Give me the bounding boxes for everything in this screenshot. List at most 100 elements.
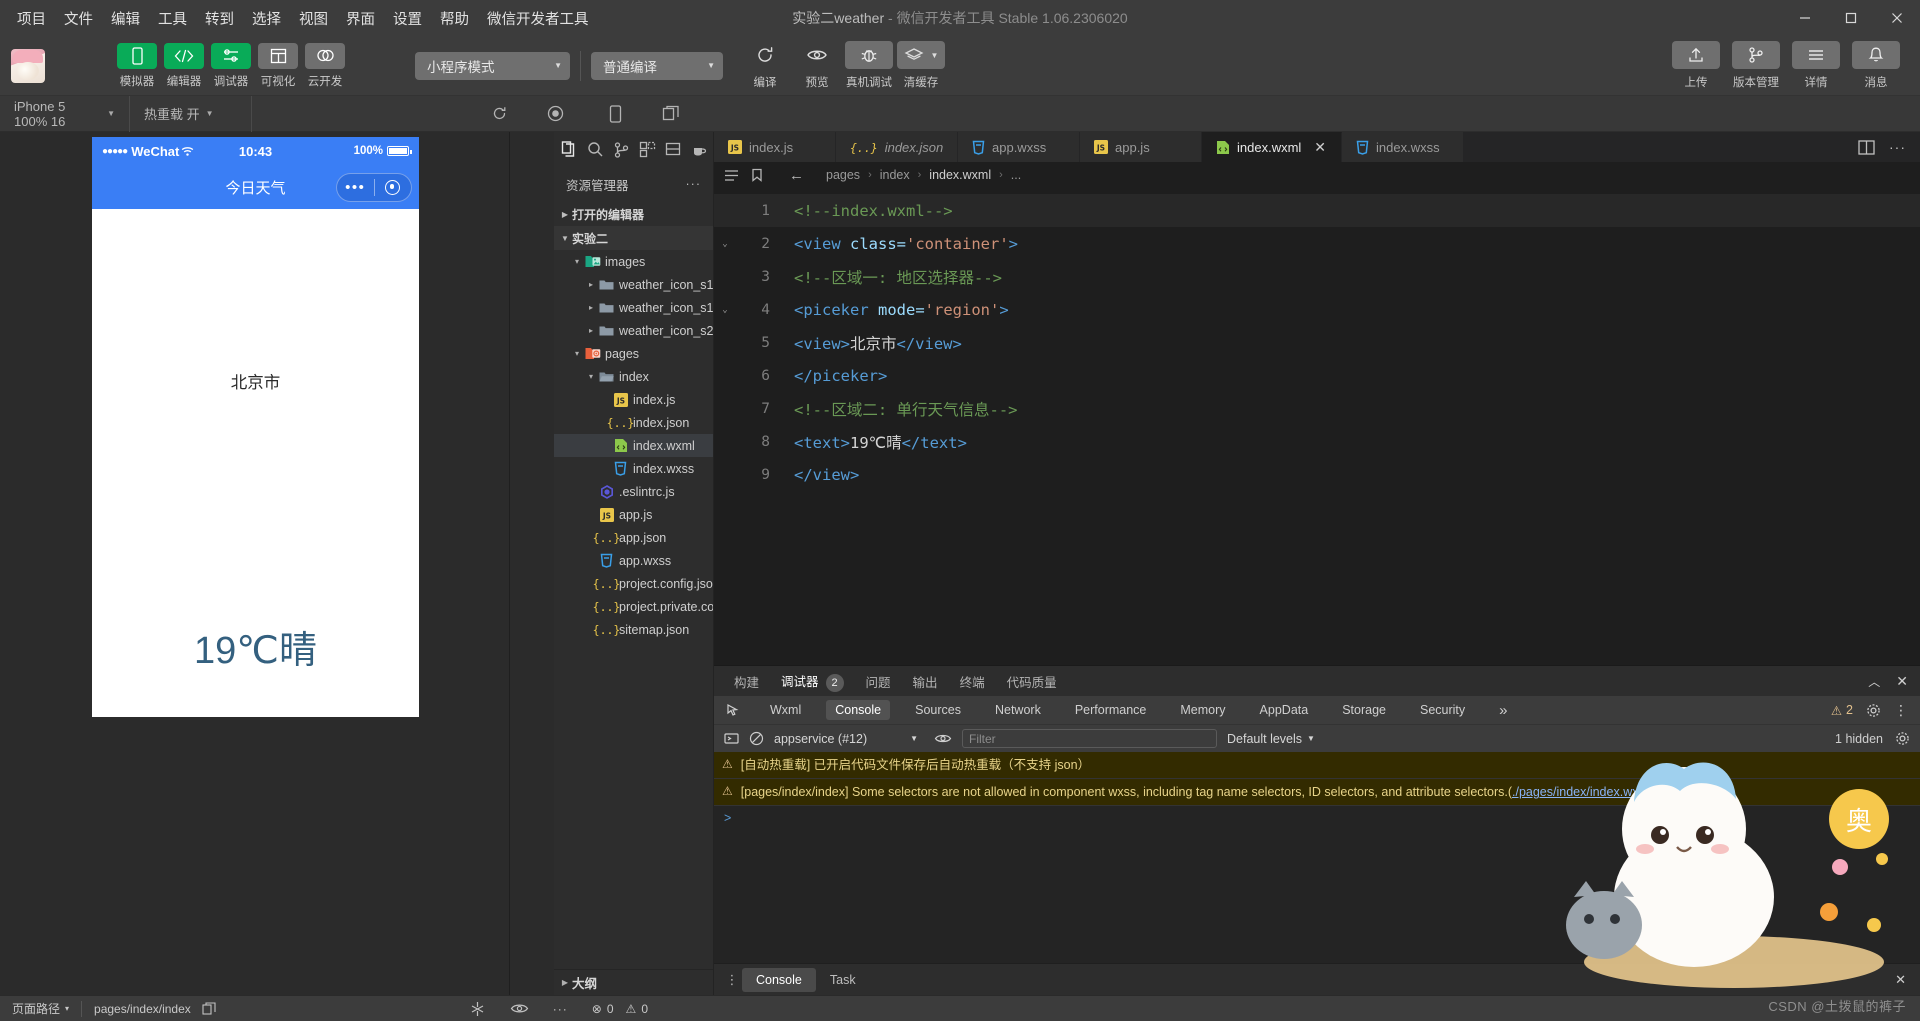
tab-security[interactable]: Security — [1411, 700, 1474, 720]
menu-item-devtools[interactable]: 微信开发者工具 — [478, 4, 598, 33]
copy-icon[interactable] — [202, 1001, 216, 1016]
breadcrumb-part-pages[interactable]: pages — [826, 168, 860, 182]
breadcrumb-part-more[interactable]: ... — [1011, 168, 1021, 182]
code-line[interactable]: 5 <view>北京市</view> — [714, 326, 1920, 359]
extensions-icon[interactable] — [635, 141, 661, 158]
split-editor-icon[interactable] — [1858, 139, 1875, 155]
code-line[interactable]: 6 </piceker> — [714, 359, 1920, 392]
device-icon[interactable] — [598, 96, 632, 132]
inspect-element-icon[interactable] — [726, 703, 741, 718]
panel-tab[interactable]: 输出 — [913, 672, 938, 691]
menu-item-select[interactable]: 选择 — [243, 4, 290, 33]
files-icon[interactable] — [556, 140, 582, 158]
panel-tab[interactable]: 代码质量 — [1007, 672, 1057, 691]
maximize-button[interactable] — [1828, 0, 1874, 36]
breadcrumb-part-file[interactable]: index.wxml — [929, 168, 991, 182]
tree-file[interactable]: {..}project.private.config.js... — [554, 595, 713, 618]
coffee-icon[interactable] — [687, 141, 713, 158]
console-context-select[interactable]: appservice (#12) ▼ — [774, 732, 924, 746]
chevron-up-icon[interactable]: ︿ — [1868, 673, 1880, 690]
footer-tab-console[interactable]: Console — [742, 967, 816, 992]
open-editors-section[interactable]: ▶ 打开的编辑器 — [554, 202, 713, 226]
tree-file[interactable]: {..} project.config.json — [554, 572, 713, 595]
clear-console-icon[interactable] — [749, 731, 764, 746]
tree-folder[interactable]: ▾ index — [554, 365, 713, 388]
console-output[interactable]: ⚠ [自动热重载] 已开启代码文件保存后自动热重载（不支持 json） ⚠ [p… — [714, 752, 1920, 963]
region-picker-value[interactable]: 北京市 — [92, 369, 419, 393]
tab-storage[interactable]: Storage — [1333, 700, 1395, 720]
capsule-button[interactable]: ••• — [336, 173, 412, 202]
more-icon[interactable]: ··· — [686, 177, 702, 191]
toggle-debugger[interactable]: 调试器 — [211, 42, 251, 89]
panel-tab[interactable]: 构建 — [734, 672, 759, 691]
page-path-select[interactable]: 页面路径 ▾ — [0, 996, 81, 1021]
tab-wxml[interactable]: Wxml — [761, 700, 810, 720]
search-icon[interactable] — [582, 141, 608, 158]
upload-button[interactable]: 上传 — [1672, 41, 1720, 90]
tree-file[interactable]: JS app.js — [554, 503, 713, 526]
editor-tab[interactable]: app.wxss — [958, 132, 1080, 162]
editor-tab[interactable]: JS index.js — [714, 132, 836, 162]
menu-item-goto[interactable]: 转到 — [196, 4, 243, 33]
more-icon[interactable]: ··· — [541, 996, 580, 1021]
toggle-simulator[interactable]: 模拟器 — [117, 42, 157, 89]
tab-appdata[interactable]: AppData — [1251, 700, 1318, 720]
panel-tab[interactable]: 终端 — [960, 672, 985, 691]
record-icon[interactable] — [538, 96, 572, 132]
clear-cache-button[interactable]: ▼ 清缓存 — [897, 41, 945, 90]
tree-folder[interactable]: ▸ weather_icon_s2 — [554, 319, 713, 342]
code-line[interactable]: 8 <text>19℃晴</text> — [714, 425, 1920, 458]
gear-icon[interactable] — [1895, 731, 1910, 746]
details-button[interactable]: 详情 — [1792, 41, 1840, 90]
code-line[interactable]: 1 <!--index.wxml--> — [714, 194, 1920, 227]
menu-item-settings[interactable]: 设置 — [384, 4, 431, 33]
tree-folder[interactable]: ▾ pages — [554, 342, 713, 365]
messages-button[interactable]: 消息 — [1852, 41, 1900, 90]
kebab-icon[interactable]: ⋮ — [1894, 702, 1908, 719]
console-prompt[interactable]: > — [714, 806, 1920, 830]
fold-chevron-icon[interactable]: ⌄ — [714, 305, 736, 315]
tab-console[interactable]: Console — [826, 700, 891, 720]
preview-button[interactable]: 预览 — [793, 41, 841, 90]
hot-reload-select[interactable]: 热重载 开 ▼ — [130, 95, 252, 132]
tree-file[interactable]: index.wxml — [554, 434, 713, 457]
footer-tab-task[interactable]: Task — [816, 968, 870, 992]
project-section[interactable]: ▼ 实验二 — [554, 226, 713, 250]
list-icon[interactable] — [724, 169, 739, 182]
toggle-editor[interactable]: 编辑器 — [164, 42, 204, 89]
tree-file[interactable]: JS index.js — [554, 388, 713, 411]
toggle-visualizer[interactable]: 可视化 — [258, 42, 298, 89]
real-device-debug-button[interactable]: 真机调试 — [845, 41, 893, 90]
code-line[interactable]: ⌄ 4 <piceker mode='region'> — [714, 293, 1920, 326]
menu-item-help[interactable]: 帮助 — [431, 4, 478, 33]
capsule-close-button[interactable] — [375, 180, 412, 195]
console-filter-input[interactable]: Filter — [962, 729, 1217, 748]
close-button[interactable] — [1874, 0, 1920, 36]
menu-item-tools[interactable]: 工具 — [149, 4, 196, 33]
tree-file[interactable]: {..} sitemap.json — [554, 618, 713, 641]
no-entry-icon[interactable] — [724, 731, 739, 746]
rotate-icon[interactable] — [482, 96, 516, 132]
menu-item-interface[interactable]: 界面 — [337, 4, 384, 33]
close-icon[interactable]: ✕ — [1896, 673, 1908, 690]
code-editor[interactable]: 1 <!--index.wxml--> ⌄ 2 <view class='contain… — [714, 188, 1920, 665]
kebab-icon[interactable]: ⋮ — [722, 972, 742, 988]
error-count-group[interactable]: ⊗ 0 — [580, 996, 626, 1021]
fold-chevron-icon[interactable]: ⌄ — [714, 239, 736, 249]
code-line[interactable]: 9 </view> — [714, 458, 1920, 491]
warning-indicator[interactable]: ⚠ 2 — [1831, 703, 1853, 718]
version-control-button[interactable]: 版本管理 — [1732, 41, 1780, 90]
editor-tab[interactable]: index.wxml ✕ — [1202, 132, 1342, 162]
page-path-value-group[interactable]: pages/index/index — [82, 996, 228, 1021]
outline-section[interactable]: ▶ 大纲 — [554, 969, 713, 995]
device-select[interactable]: iPhone 5 100% 16 ▼ — [0, 95, 130, 132]
tree-file[interactable]: .eslintrc.js — [554, 480, 713, 503]
copy-icon[interactable] — [654, 96, 688, 132]
panel-tab[interactable]: 问题 — [866, 672, 891, 691]
phone-preview[interactable]: ●●●●● WeChat 10:43 100% 今日天气 ••• 北京市 19℃… — [92, 137, 419, 717]
flow-icon[interactable] — [457, 996, 498, 1021]
warning-count-group[interactable]: ⚠ 0 — [626, 996, 660, 1021]
tree-folder[interactable]: ▾ images — [554, 250, 713, 273]
tab-performance[interactable]: Performance — [1066, 700, 1156, 720]
eye-icon[interactable] — [498, 996, 541, 1021]
